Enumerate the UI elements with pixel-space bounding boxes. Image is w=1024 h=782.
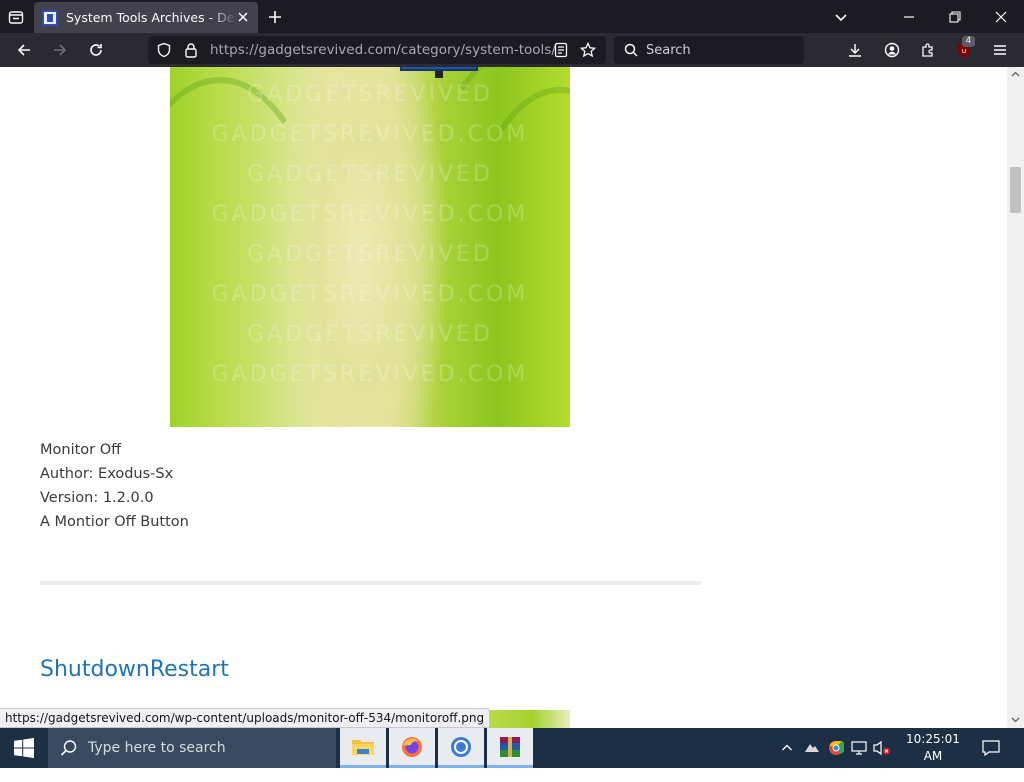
address-bar[interactable]: https://gadgetsrevived.com/category/syst… (148, 36, 606, 64)
scroll-down-arrow-icon[interactable] (1011, 715, 1020, 724)
account-button[interactable] (879, 38, 905, 62)
image-watermark: GADGETSREVIVED.COM (211, 362, 529, 387)
post-title-link[interactable]: ShutdownRestart (40, 657, 229, 682)
active-tab[interactable]: System Tools Archives - Desktop Gadgets … (34, 2, 258, 33)
back-arrow-icon (17, 44, 30, 56)
clock-time: 10:25:01 AM (906, 732, 960, 763)
close-tab-icon[interactable] (236, 10, 250, 24)
search-placeholder: Search (646, 43, 691, 58)
page-scrollbar[interactable] (1007, 67, 1024, 728)
chevron-up-icon (782, 744, 792, 751)
folder-icon (352, 739, 374, 755)
link-status-tooltip: https://gadgetsrevived.com/wp-content/up… (0, 708, 491, 728)
taskbar-search-placeholder: Type here to search (88, 740, 226, 756)
image-watermark: GADGETSREVIVED (246, 322, 493, 347)
tab-bar: System Tools Archives - Desktop Gadgets … (0, 0, 1024, 33)
close-window-button[interactable] (978, 0, 1024, 33)
volume-muted-icon (873, 740, 890, 756)
chrome-icon (451, 736, 471, 757)
url-domain: https://gadgetsrevived.com (210, 42, 397, 58)
forward-button[interactable] (47, 38, 73, 62)
firefox-icon (402, 736, 422, 757)
url-path: /category/system-tools/ (396, 42, 556, 58)
monitor-gadget-stand (435, 71, 443, 78)
taskbar-winrar[interactable] (487, 728, 533, 768)
web-search-field[interactable]: Search (614, 36, 804, 64)
minimize-button[interactable] (886, 0, 932, 33)
notification-icon (982, 740, 1000, 756)
tracking-protection-shield-icon[interactable] (156, 42, 172, 58)
tray-chrome-button[interactable] (825, 728, 847, 768)
image-watermark: GADGETSREVIVED.COM (211, 282, 529, 307)
taskbar-file-explorer[interactable] (340, 728, 386, 768)
scrollbar-thumb[interactable] (1010, 167, 1021, 213)
back-button[interactable] (11, 38, 37, 62)
restore-button[interactable] (932, 0, 978, 33)
reader-view-icon[interactable] (553, 42, 569, 58)
extension-badge-count: 4 (962, 36, 975, 47)
tab-list-icon (8, 11, 24, 24)
network-icon (851, 741, 867, 755)
gadget-description: A Montior Off Button (40, 514, 189, 530)
close-icon (995, 11, 1007, 22)
gadget-author: Author: Exodus-Sx (40, 466, 174, 482)
site-favicon-icon (42, 9, 58, 26)
gadget-version: Version: 1.2.0.0 (40, 490, 154, 506)
app-menu-button[interactable] (987, 38, 1013, 62)
action-center-button[interactable] (979, 728, 1003, 768)
start-button[interactable] (0, 728, 48, 768)
volume-button[interactable] (871, 728, 893, 768)
page-content: GADGETSREVIVED GADGETSREVIVED.COM GADGET… (0, 67, 1007, 728)
tray-app-icon (805, 744, 819, 752)
image-watermark: GADGETSREVIVED (246, 242, 493, 267)
forward-arrow-icon (54, 44, 67, 56)
new-tab-icon[interactable] (265, 7, 285, 27)
tab-list-button[interactable] (6, 7, 26, 27)
monitor-off-preview-image[interactable]: GADGETSREVIVED GADGETSREVIVED.COM GADGET… (170, 67, 570, 427)
svg-text:u: u (962, 47, 966, 55)
navigation-toolbar: https://gadgetsrevived.com/category/syst… (0, 33, 1024, 67)
gadget-name: Monitor Off (40, 442, 122, 458)
network-button[interactable] (848, 728, 870, 768)
taskbar-search-box[interactable]: Type here to search (48, 728, 336, 768)
reload-icon (90, 44, 102, 56)
bookmark-star-icon[interactable] (580, 42, 596, 58)
puzzle-piece-icon (922, 43, 933, 57)
scroll-up-arrow-icon[interactable] (1011, 70, 1020, 79)
tab-title: System Tools Archives - Desktop Gadgets … (66, 10, 236, 25)
image-watermark: GADGETSREVIVED (246, 82, 493, 107)
post-divider (40, 581, 701, 585)
search-icon (60, 740, 77, 756)
taskbar-chrome[interactable] (438, 728, 484, 768)
reload-button[interactable] (83, 38, 109, 62)
image-watermark: GADGETSREVIVED.COM (211, 202, 529, 227)
winrar-archive-icon (500, 736, 520, 757)
search-icon (624, 43, 638, 57)
extensions-button[interactable] (915, 38, 941, 62)
show-hidden-icons-button[interactable] (778, 728, 796, 768)
lock-icon[interactable] (184, 42, 198, 58)
tray-app-button[interactable] (801, 728, 823, 768)
image-watermark: GADGETSREVIVED.COM (211, 122, 529, 147)
restore-icon (949, 10, 961, 23)
list-all-tabs-button[interactable] (818, 0, 864, 33)
url-text: https://gadgetsrevived.com/category/syst… (210, 42, 556, 58)
downloads-button[interactable] (842, 38, 868, 62)
taskbar-firefox[interactable] (389, 728, 435, 768)
chevron-down-icon (835, 13, 847, 21)
image-watermark: GADGETSREVIVED (246, 162, 493, 187)
hamburger-menu-icon (994, 45, 1006, 55)
download-icon (849, 44, 861, 57)
chrome-icon (829, 741, 844, 755)
account-icon (884, 42, 900, 58)
minimize-icon (904, 15, 914, 18)
windows-taskbar: Type here to search 10:25:01 AM 6/10/202… (0, 728, 1024, 780)
windows-logo-icon (14, 738, 34, 758)
system-clock[interactable]: 10:25:01 AM 6/10/2024 (895, 731, 971, 782)
